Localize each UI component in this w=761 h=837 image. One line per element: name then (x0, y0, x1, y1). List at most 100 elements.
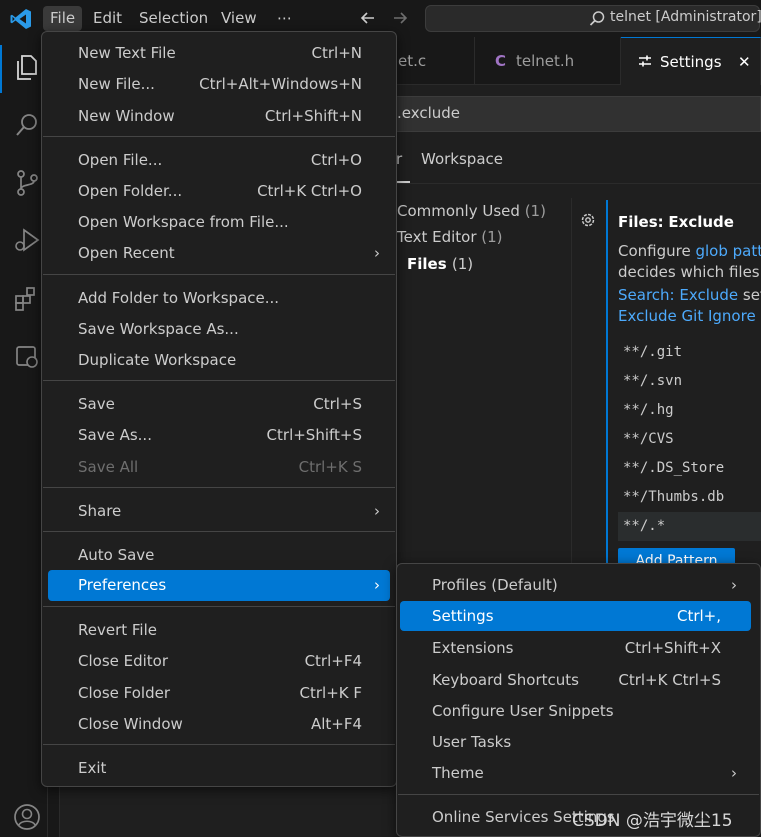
menu-item-add-folder[interactable]: Add Folder to Workspace... (48, 284, 390, 312)
menu-shortcut: Ctrl+K Ctrl+O (257, 182, 362, 200)
menu-shortcut: Ctrl+, (676, 607, 721, 625)
menu-item-user-tasks[interactable]: User Tasks (400, 727, 751, 757)
menu-item-open-recent[interactable]: Open Recent › (48, 239, 390, 267)
menu-label: Open Workspace from File... (78, 213, 289, 231)
menu-edit[interactable]: Edit (86, 6, 129, 31)
menu-label: Close Folder (78, 684, 170, 702)
menu-more[interactable]: ⋯ (270, 6, 299, 31)
menu-item-configure-snippets[interactable]: Configure User Snippets (400, 696, 751, 726)
menu-item-settings[interactable]: Settings Ctrl+, (400, 601, 751, 631)
list-item[interactable]: **/.svn (618, 367, 761, 396)
menu-item-save-as[interactable]: Save As... Ctrl+Shift+S (48, 421, 390, 449)
settings-sliders-icon (639, 55, 651, 67)
menu-shortcut: Ctrl+Shift+N (264, 107, 362, 125)
menu-item-new-text-file[interactable]: New Text File Ctrl+N (48, 39, 390, 67)
menu-item-exit[interactable]: Exit (48, 754, 390, 782)
menu-item-save[interactable]: Save Ctrl+S (48, 390, 390, 418)
menu-item-profiles[interactable]: Profiles (Default) › (400, 570, 751, 600)
forward-arrow-icon[interactable] (390, 8, 410, 28)
menu-shortcut: Ctrl+Shift+S (266, 426, 362, 444)
tab-telnet-h[interactable]: Ctelnet.h (475, 37, 621, 85)
menu-label: Configure User Snippets (432, 702, 614, 720)
menu-item-open-file[interactable]: Open File... Ctrl+O (48, 146, 390, 174)
close-icon[interactable]: ✕ (738, 38, 751, 85)
list-item[interactable]: **/Thumbs.db (618, 483, 761, 512)
toc-label: Text Editor (397, 228, 477, 246)
vscode-logo-icon[interactable] (8, 6, 34, 32)
menu-item-close-window[interactable]: Close Window Alt+F4 (48, 710, 390, 738)
menu-view[interactable]: View (214, 6, 264, 31)
glob-patterns-link[interactable]: glob patte (695, 242, 761, 260)
watermark: CSDN @浩宇微尘15 (572, 811, 733, 831)
menu-item-save-all: Save All Ctrl+K S (48, 453, 390, 481)
list-item[interactable]: **/.git (618, 338, 761, 367)
menu-item-close-editor[interactable]: Close Editor Ctrl+F4 (48, 647, 390, 675)
menu-item-close-folder[interactable]: Close Folder Ctrl+K F (48, 679, 390, 707)
toc-count: (1) (524, 202, 546, 220)
menu-item-new-file[interactable]: New File... Ctrl+Alt+Windows+N (48, 70, 390, 98)
list-item[interactable]: **/CVS (618, 425, 761, 454)
menu-separator (43, 136, 395, 137)
menu-item-preferences[interactable]: Preferences › (48, 570, 390, 601)
menu-label: Keyboard Shortcuts (432, 671, 579, 689)
menu-label: Revert File (78, 621, 157, 639)
source-control-icon[interactable] (12, 168, 42, 198)
menu-item-save-workspace-as[interactable]: Save Workspace As... (48, 315, 390, 343)
tab-workspace[interactable]: Workspace (421, 150, 503, 168)
back-arrow-icon[interactable] (358, 8, 378, 28)
file-menu: New Text File Ctrl+N New File... Ctrl+Alt+… (41, 31, 397, 787)
toc-label: Commonly Used (397, 202, 520, 220)
menu-label: Auto Save (78, 546, 155, 564)
desc-text: settin (742, 286, 761, 304)
setting-title: Files: Exclude (618, 213, 734, 231)
menu-separator (43, 487, 395, 488)
menu-label: Open Recent (78, 244, 175, 262)
menu-item-new-window[interactable]: New Window Ctrl+Shift+N (48, 102, 390, 130)
list-item[interactable]: **/.hg (618, 396, 761, 425)
menu-item-open-folder[interactable]: Open Folder... Ctrl+K Ctrl+O (48, 177, 390, 205)
remote-explorer-icon[interactable] (12, 342, 42, 372)
menu-separator (43, 531, 395, 532)
command-center[interactable]: telnet [Administrator] (425, 5, 761, 32)
menu-label: Settings (432, 607, 494, 625)
run-debug-icon[interactable] (12, 226, 42, 256)
toc-text-editor[interactable]: Text Editor (1) (397, 228, 503, 246)
account-icon[interactable] (12, 802, 42, 832)
tab-label: Settings (660, 53, 722, 71)
menu-label: New Window (78, 107, 175, 125)
menu-shortcut: Ctrl+K Ctrl+S (618, 671, 721, 689)
menu-label: Save (78, 395, 115, 413)
list-item[interactable]: **/.DS_Store (618, 454, 761, 483)
menu-item-theme[interactable]: Theme › (400, 758, 751, 788)
menu-item-auto-save[interactable]: Auto Save (48, 541, 390, 569)
menu-item-open-workspace[interactable]: Open Workspace from File... (48, 208, 390, 236)
menu-file[interactable]: File (43, 6, 83, 31)
menu-label: New File... (78, 75, 155, 93)
menu-separator (43, 274, 395, 275)
toc-count: (1) (481, 228, 503, 246)
menu-separator (43, 380, 395, 381)
menu-label: Close Editor (78, 652, 169, 670)
menu-label: Exit (78, 759, 107, 777)
tab-settings[interactable]: Settings ✕ (621, 37, 761, 85)
exclude-git-ignore-link[interactable]: Exclude Git Ignore (618, 307, 756, 325)
c-file-icon: C (495, 52, 507, 70)
explorer-icon[interactable] (12, 52, 42, 82)
toc-commonly-used[interactable]: Commonly Used (1) (397, 202, 546, 220)
search-icon[interactable] (12, 110, 42, 140)
extensions-icon[interactable] (12, 284, 42, 314)
menu-label: Duplicate Workspace (78, 351, 237, 369)
active-scope-underline (396, 181, 410, 183)
menu-item-share[interactable]: Share › (48, 497, 390, 525)
menu-selection[interactable]: Selection (132, 6, 215, 31)
menu-label: Theme (432, 764, 484, 782)
menu-item-extensions[interactable]: Extensions Ctrl+Shift+X (400, 633, 751, 663)
list-item[interactable]: **/.* (618, 512, 761, 541)
menu-item-duplicate-workspace[interactable]: Duplicate Workspace (48, 346, 390, 374)
search-exclude-link[interactable]: Search: Exclude (618, 286, 738, 304)
menu-item-keyboard-shortcuts[interactable]: Keyboard Shortcuts Ctrl+K Ctrl+S (400, 665, 751, 695)
toc-files[interactable]: Files (1) (407, 255, 473, 273)
menu-item-revert-file[interactable]: Revert File (48, 616, 390, 644)
gear-icon[interactable] (579, 211, 597, 229)
menu-label: New Text File (78, 44, 176, 62)
